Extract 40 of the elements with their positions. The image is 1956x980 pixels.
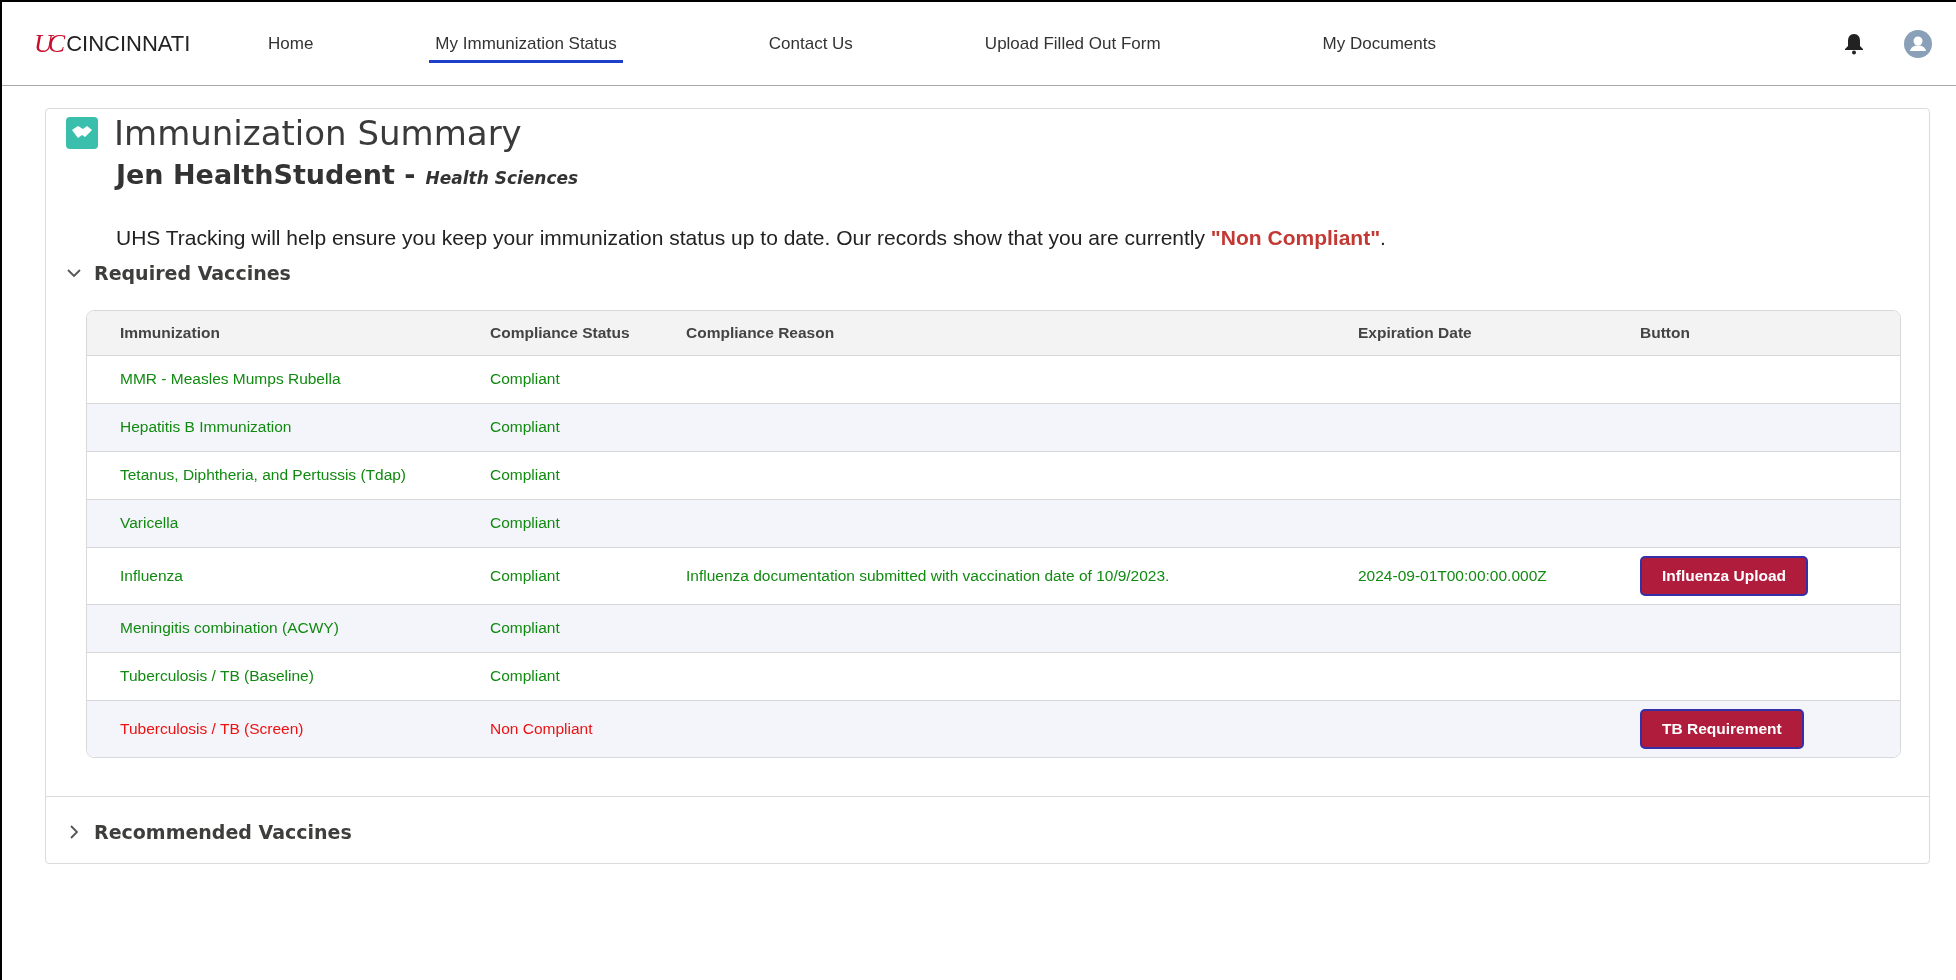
nav-tab[interactable]: Upload Filled Out Form <box>978 24 1167 63</box>
immunization-name: Meningitis combination (ACWY) <box>120 619 339 636</box>
column-header: Immunization <box>120 323 220 341</box>
immunization-name: MMR - Measles Mumps Rubella <box>120 370 341 387</box>
nav-tab[interactable]: Contact Us <box>762 24 859 63</box>
column-header: Button <box>1640 323 1690 341</box>
immunization-name: Influenza <box>120 566 183 584</box>
compliance-reason: Influenza documentation submitted with vaccination date of 10/9/2023. <box>686 566 1170 584</box>
status-message: UHS Tracking will help ensure you keep your immunization status up to date. Our records show that you are currently "Non Compliant". <box>116 226 1387 250</box>
logo-text[interactable]: CINCINNATI <box>66 30 191 57</box>
immunization-name: Tuberculosis / TB (Screen) <box>120 719 304 737</box>
immunization-name: Hepatitis B Immunization <box>120 418 292 435</box>
compliance-status: Compliant <box>490 566 560 584</box>
compliance-status: Compliant <box>490 418 560 435</box>
section-toggle[interactable]: Recommended Vaccines <box>94 821 352 843</box>
column-header: Expiration Date <box>1358 323 1472 341</box>
immunization-name: Tuberculosis / TB (Baseline) <box>120 667 314 684</box>
logo-mark[interactable]: UC <box>34 28 61 59</box>
page-title: Immunization Summary <box>114 113 522 153</box>
nav-tab[interactable]: My Immunization Status <box>429 24 623 63</box>
avatar-icon[interactable] <box>1904 29 1932 58</box>
compliance-status: Compliant <box>490 667 560 684</box>
compliance-status: Compliant <box>490 370 560 387</box>
expiration-date: 2024-09-01T00:00:00.000Z <box>1358 566 1547 584</box>
nav-tab[interactable]: My Documents <box>1316 24 1442 63</box>
column-header: Compliance Reason <box>686 323 835 341</box>
student-name: Jen HealthStudent - <box>116 159 416 190</box>
immunization-name: Varicella <box>120 514 179 531</box>
column-header: Compliance Status <box>490 323 630 341</box>
immunization-name: Tetanus, Diphtheria, and Pertussis (Tdap) <box>120 466 407 483</box>
nav-tab[interactable]: Home <box>262 24 320 63</box>
compliance-status: Compliant <box>490 466 560 483</box>
section-toggle[interactable]: Required Vaccines <box>94 262 291 284</box>
upload-button[interactable]: TB Requirement <box>1640 708 1804 749</box>
compliance-status: Compliant <box>490 514 560 531</box>
compliance-status: Compliant <box>490 619 560 636</box>
program-name: Health Sciences <box>425 168 579 188</box>
bell-icon[interactable] <box>1844 32 1864 55</box>
compliance-status: Non Compliant <box>490 719 593 737</box>
upload-button[interactable]: Influenza Upload <box>1640 555 1808 596</box>
